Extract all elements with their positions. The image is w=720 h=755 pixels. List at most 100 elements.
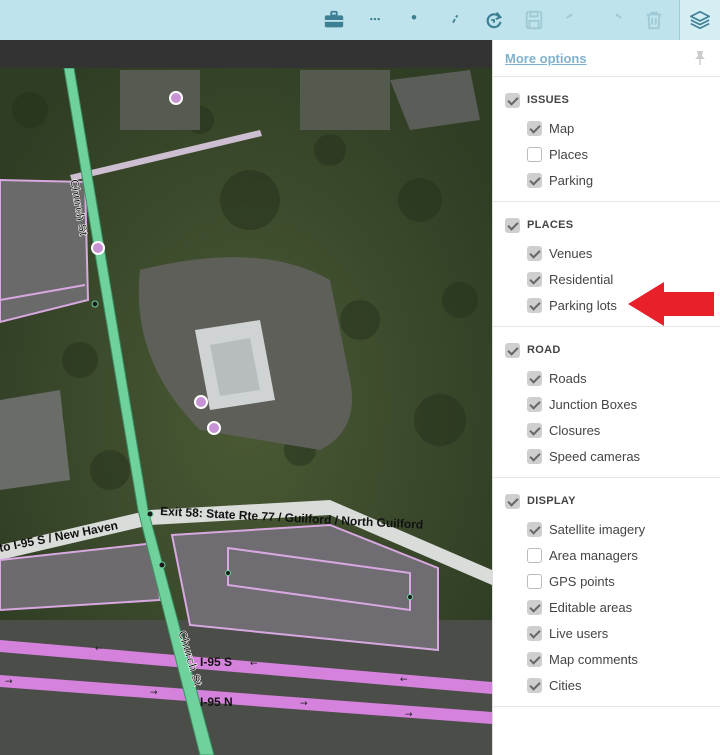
layer-label: Area managers bbox=[549, 547, 638, 563]
layer-label: Editable areas bbox=[549, 599, 633, 615]
checkbox[interactable] bbox=[505, 92, 520, 108]
checkbox[interactable] bbox=[505, 493, 520, 509]
checkbox[interactable] bbox=[505, 217, 520, 233]
layer-label: Satellite imagery bbox=[549, 521, 646, 537]
svg-text:←: ← bbox=[400, 675, 408, 685]
group-toggle-display[interactable]: DISPLAY bbox=[493, 490, 720, 512]
layer-toggle-venues[interactable]: Venues bbox=[493, 240, 720, 266]
checkbox[interactable] bbox=[527, 599, 542, 615]
annotation-arrow bbox=[628, 282, 714, 326]
checkbox[interactable] bbox=[527, 422, 542, 438]
panel-header: More options bbox=[493, 40, 720, 77]
group-toggle-places[interactable]: PLACES bbox=[493, 214, 720, 236]
checkbox[interactable] bbox=[527, 677, 542, 693]
layer-label: Speed cameras bbox=[549, 448, 641, 464]
redo-circle-button[interactable] bbox=[478, 4, 510, 36]
checkbox[interactable] bbox=[527, 651, 542, 667]
checkbox[interactable] bbox=[527, 120, 542, 136]
checkbox[interactable] bbox=[527, 396, 542, 412]
layer-toggle-map-comments[interactable]: Map comments bbox=[493, 646, 720, 672]
svg-text:←: ← bbox=[95, 644, 103, 654]
satellite-map[interactable]: ←←← →→→→ Church St Church St Exit 58: St… bbox=[0, 68, 492, 755]
label-i95s: I-95 S bbox=[200, 655, 232, 669]
checkbox[interactable] bbox=[527, 370, 542, 386]
chat-button[interactable] bbox=[359, 4, 391, 36]
layer-label: Roads bbox=[549, 370, 587, 386]
group-title: PLACES bbox=[527, 219, 574, 231]
layer-label: Venues bbox=[549, 245, 593, 261]
save-icon bbox=[525, 10, 543, 30]
map-canvas[interactable]: ← ← ← → → → → Church St Church St Exit 58: St… bbox=[0, 68, 492, 755]
layer-toggle-map[interactable]: Map bbox=[493, 115, 720, 141]
checkbox[interactable] bbox=[527, 625, 542, 641]
layer-toggle-area-managers[interactable]: Area managers bbox=[493, 542, 720, 568]
layers-button[interactable] bbox=[680, 0, 720, 40]
layer-toggle-gps-points[interactable]: GPS points bbox=[493, 568, 720, 594]
trash-icon bbox=[646, 11, 662, 30]
checkbox[interactable] bbox=[527, 245, 542, 261]
group-title: DISPLAY bbox=[527, 495, 576, 507]
checkbox[interactable] bbox=[527, 448, 542, 464]
checkbox[interactable] bbox=[527, 521, 542, 537]
layer-toggle-speed-cameras[interactable]: Speed cameras bbox=[493, 443, 720, 469]
checkbox[interactable] bbox=[527, 547, 542, 563]
top-toolbar bbox=[0, 0, 720, 40]
layer-label: Junction Boxes bbox=[549, 396, 638, 412]
layer-toggle-closures[interactable]: Closures bbox=[493, 417, 720, 443]
layer-toggle-satellite-imagery[interactable]: Satellite imagery bbox=[493, 516, 720, 542]
parking-area-top-right bbox=[300, 70, 390, 130]
map-pin-button[interactable] bbox=[398, 4, 430, 36]
group-toggle-road[interactable]: ROAD bbox=[493, 339, 720, 361]
layer-label: Map bbox=[549, 120, 575, 136]
layer-label: Cities bbox=[549, 677, 582, 693]
layer-group-road: ROAD Roads Junction Boxes Closures Speed cam… bbox=[493, 327, 720, 478]
layer-label: Parking lots bbox=[549, 297, 617, 313]
map-pin-icon bbox=[411, 14, 417, 20]
group-toggle-issues[interactable]: ISSUES bbox=[493, 89, 720, 111]
checkbox[interactable] bbox=[527, 271, 542, 287]
layer-toggle-roads[interactable]: Roads bbox=[493, 365, 720, 391]
undo-button bbox=[558, 4, 590, 36]
redo-icon bbox=[615, 13, 622, 19]
svg-text:→: → bbox=[5, 677, 13, 687]
layer-toggle-parking[interactable]: Parking bbox=[493, 167, 720, 193]
building-left bbox=[0, 390, 70, 490]
layer-label: Map comments bbox=[549, 651, 638, 667]
redo-circle-icon bbox=[486, 12, 503, 29]
group-title: ROAD bbox=[527, 344, 561, 356]
undo-icon bbox=[566, 13, 573, 19]
layer-label: Places bbox=[549, 146, 589, 162]
briefcase-icon bbox=[324, 10, 344, 28]
layer-label: Closures bbox=[549, 422, 601, 438]
layer-toggle-junction-boxes[interactable]: Junction Boxes bbox=[493, 391, 720, 417]
map-top-bar bbox=[0, 40, 492, 68]
layers-icon bbox=[690, 10, 710, 30]
layer-toggle-live-users[interactable]: Live users bbox=[493, 620, 720, 646]
pin-icon[interactable] bbox=[692, 50, 708, 66]
parking-area-top bbox=[120, 70, 200, 130]
chat-icon bbox=[370, 17, 380, 21]
road-icon bbox=[452, 14, 459, 24]
more-options-link[interactable]: More options bbox=[505, 51, 587, 66]
layer-toggle-editable-areas[interactable]: Editable areas bbox=[493, 594, 720, 620]
checkbox[interactable] bbox=[527, 146, 542, 162]
checkbox[interactable] bbox=[527, 573, 542, 589]
checkbox[interactable] bbox=[505, 342, 520, 358]
group-title: ISSUES bbox=[527, 94, 570, 106]
trash-button bbox=[638, 4, 670, 36]
checkbox[interactable] bbox=[527, 297, 542, 313]
svg-text:←: ← bbox=[250, 659, 258, 669]
briefcase-button[interactable] bbox=[318, 4, 350, 36]
svg-text:→: → bbox=[150, 688, 158, 698]
layer-groups: ISSUES Map Places Parking PLACES Venues Reside… bbox=[493, 77, 720, 707]
layer-label: Residential bbox=[549, 271, 614, 287]
layer-group-display: DISPLAY Satellite imagery Area managers GPS… bbox=[493, 478, 720, 707]
layer-label: Live users bbox=[549, 625, 609, 641]
road-button[interactable] bbox=[438, 4, 470, 36]
layer-toggle-cities[interactable]: Cities bbox=[493, 672, 720, 698]
checkbox[interactable] bbox=[527, 172, 542, 188]
label-i95n: I-95 N bbox=[200, 695, 233, 709]
layers-panel: More options ISSUES Map Places Parking PLACE… bbox=[492, 40, 720, 755]
redo-button bbox=[598, 4, 630, 36]
layer-toggle-places[interactable]: Places bbox=[493, 141, 720, 167]
